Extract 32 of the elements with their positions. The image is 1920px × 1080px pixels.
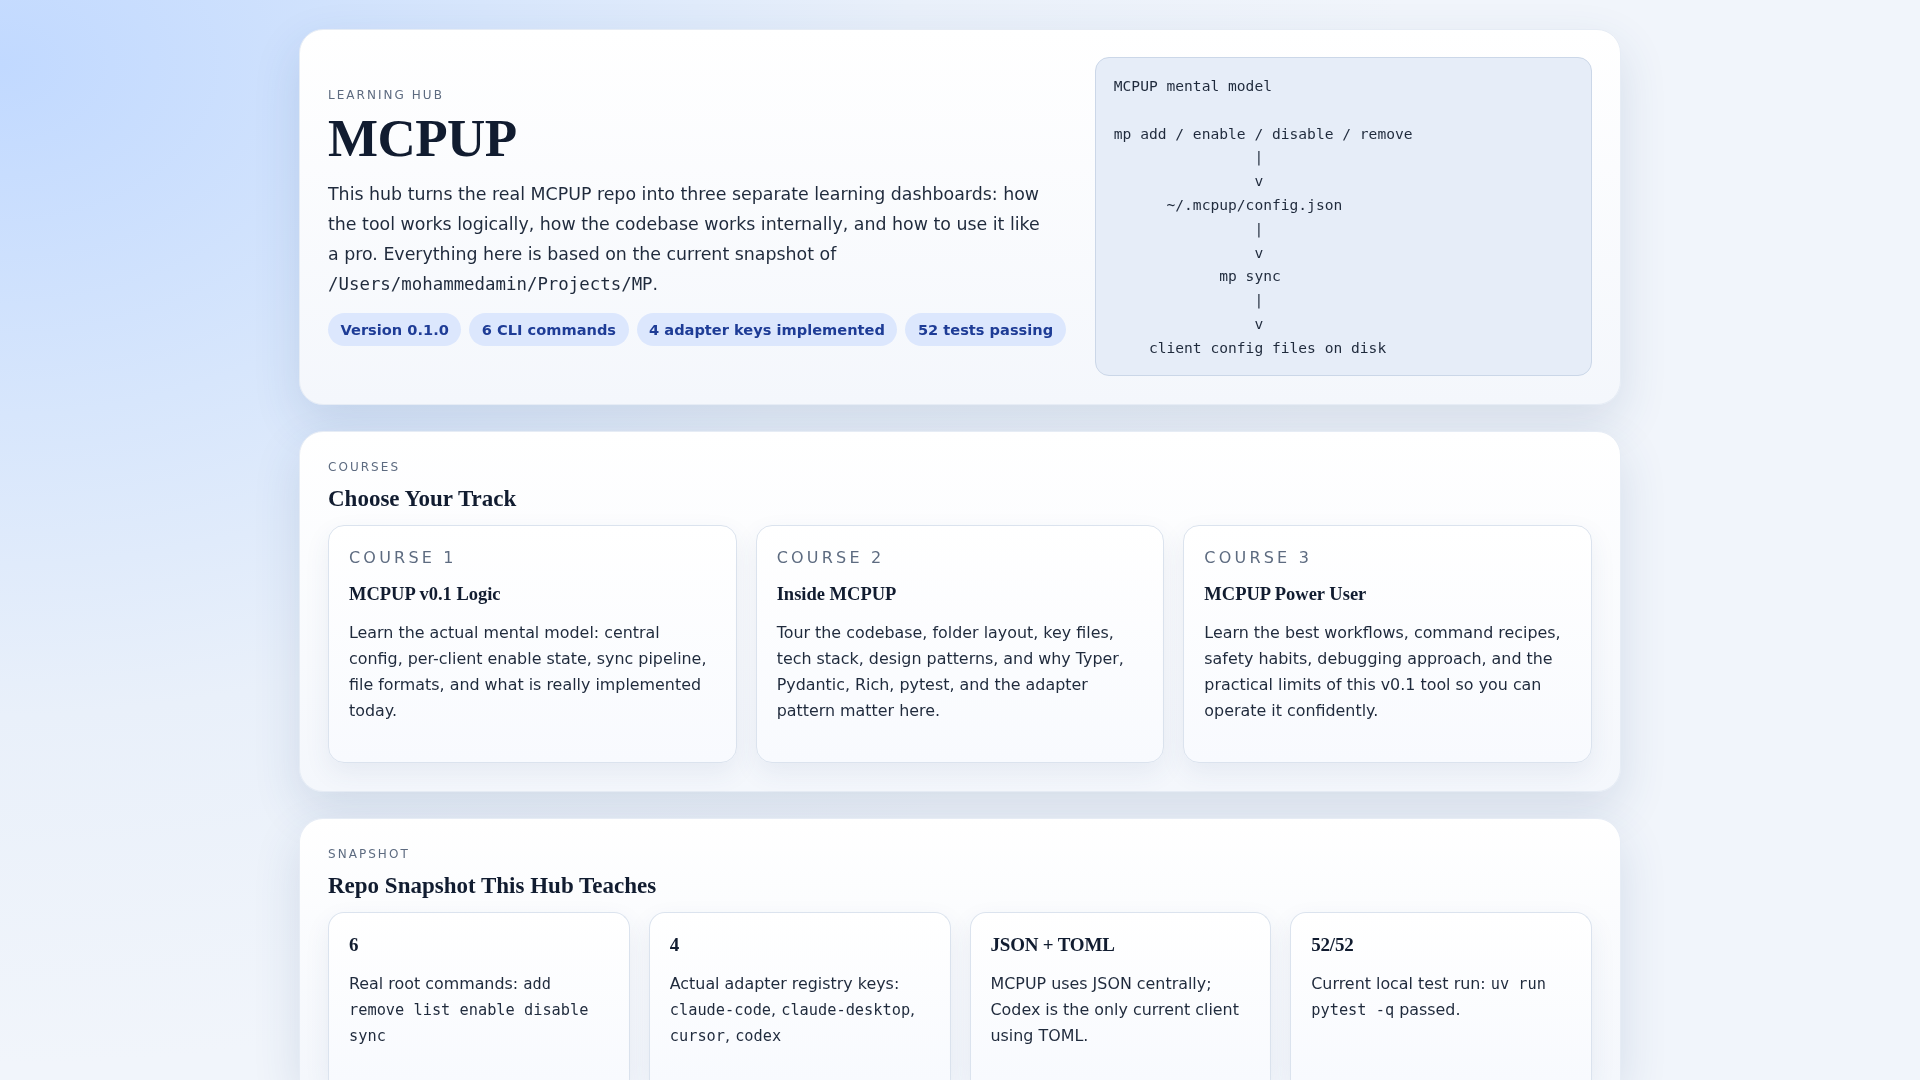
- page-title: MCPUP: [328, 108, 518, 167]
- course-card[interactable]: COURSE 2 Inside MCPUP Tour the codebase, folder layout, key files, tech stack, design patterns, and why Typer, Pydantic, Rich, pytest, and the adapter pattern matter here.: [755, 524, 1165, 763]
- section-eyebrow: LEARNING HUB: [328, 86, 445, 103]
- section-eyebrow: COURSES: [328, 458, 402, 475]
- course-description: Tour the codebase, folder layout, key files, tech stack, design patterns, and why Typer, Pydantic, Rich, pytest, and the adapter pattern matter here.: [776, 621, 1125, 722]
- hero-description: This hub turns the real MCPUP repo into three separate learning dashboards: how the tool works logically, how the codebase works internally, and how to use it like a pro. Everything here is based on the current snapshot of /Users/mohammedamin/Projects/MP.: [328, 182, 1041, 296]
- stat-value: 4: [669, 932, 681, 957]
- course-label: COURSE 3: [1204, 546, 1314, 569]
- stat-pill: 6 CLI commands: [469, 312, 629, 346]
- course-title: MCPUP v0.1 Logic: [349, 582, 502, 606]
- stat-description: Actual adapter registry keys: claude-code, claude-desktop, cursor, codex: [669, 972, 917, 1047]
- stat-value: 6: [349, 932, 360, 957]
- stat-description: Real root commands: add remove list enable disable sync: [349, 972, 590, 1047]
- stat-pill: Version 0.1.0: [328, 312, 462, 346]
- course-description: Learn the actual mental model: central config, per-client enable state, sync pipeline, file formats, and what is really implemented today.: [349, 621, 708, 722]
- course-description: Learn the best workflows, command recipes, safety habits, debugging approach, and the practical limits of this v0.1 tool so you can operate it confidently.: [1204, 621, 1562, 722]
- stat-value: JSON + TOML: [990, 932, 1116, 957]
- stat-description: MCPUP uses JSON centrally; Codex is the only current client using TOML.: [990, 972, 1240, 1047]
- stat-pill: 52 tests passing: [905, 312, 1066, 346]
- code-block: MCPUP mental model mp add / enable / disable / remove | v ~/.mcpup/config.json | v mp sync | v client config files on disk: [1094, 57, 1592, 376]
- course-label: COURSE 1: [349, 546, 458, 569]
- course-title: Inside MCPUP: [776, 582, 898, 606]
- stat-pill: 4 adapter keys implemented: [636, 312, 898, 346]
- course-card[interactable]: COURSE 1 MCPUP v0.1 Logic Learn the actual mental model: central config, per-client enable state, sync pipeline, file formats, and what is really implemented today.: [328, 524, 737, 763]
- stat-value: 52/52: [1311, 932, 1355, 957]
- section-eyebrow: SNAPSHOT: [328, 845, 411, 862]
- course-title: MCPUP Power User: [1204, 582, 1368, 606]
- section-heading: Repo Snapshot This Hub Teaches: [328, 871, 658, 900]
- section-heading: Choose Your Track: [328, 484, 518, 513]
- stat-description: Current local test run: uv run pytest -q passed.: [1311, 972, 1547, 1021]
- course-label: COURSE 2: [776, 546, 886, 569]
- course-card[interactable]: COURSE 3 MCPUP Power User Learn the best workflows, command recipes, safety habits, debugging approach, and the practical limits of this v0.1 tool so you can operate it confidently.: [1183, 524, 1592, 763]
